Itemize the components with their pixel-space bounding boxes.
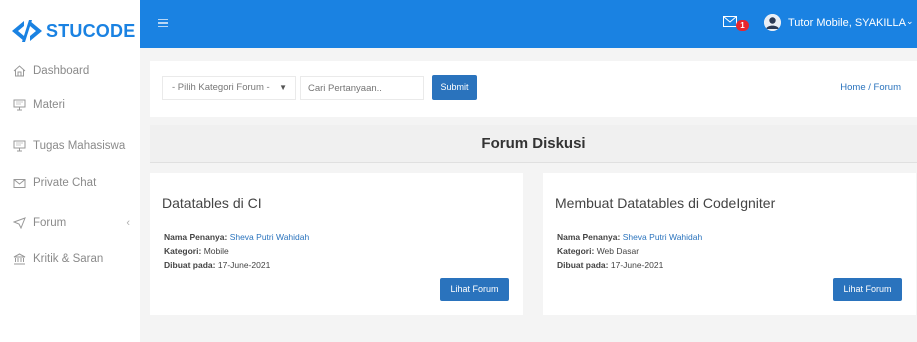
code-brackets-icon: [12, 20, 42, 42]
forum-card: Membuat Datatables di CodeIgniter Nama P…: [543, 173, 916, 315]
sidebar-item-label: Forum: [33, 217, 67, 229]
sidebar-item-label: Kritik & Saran: [33, 253, 104, 265]
sidebar-item-forum[interactable]: Forum ‹: [12, 216, 130, 230]
home-icon: [12, 64, 26, 78]
date-value: 17-June-2021: [610, 260, 664, 270]
user-name[interactable]: Tutor Mobile, SYAKILLA: [788, 17, 906, 29]
category-label: Kategori:: [557, 246, 595, 256]
breadcrumb[interactable]: Home / Forum: [840, 82, 901, 93]
mail-icon: [12, 176, 26, 190]
brand-name: STUCODE: [46, 20, 136, 41]
sidebar-item-materi[interactable]: Materi: [12, 98, 130, 112]
category-select[interactable]: - Pilih Kategori Forum - ▼: [162, 76, 296, 100]
forum-card-asker: Nama Penanya: Sheva Putri Wahidah: [164, 232, 309, 242]
sidebar-item-tugas-mahasiswa[interactable]: Tugas Mahasiswa: [12, 139, 130, 153]
submit-button[interactable]: Submit: [432, 75, 477, 100]
mail-icon[interactable]: [723, 16, 737, 27]
forum-card: Datatables di CI Nama Penanya: Sheva Put…: [150, 173, 523, 315]
forum-card-category: Kategori: Mobile: [164, 246, 229, 256]
date-value: 17-June-2021: [217, 260, 271, 270]
chevron-down-icon: ▼: [279, 83, 287, 92]
date-label: Dibuat pada:: [164, 260, 216, 270]
sidebar-item-label: Tugas Mahasiswa: [33, 140, 126, 152]
sidebar-item-private-chat[interactable]: Private Chat: [12, 176, 130, 190]
forum-heading-bar: Forum Diskusi: [150, 125, 917, 163]
category-value: Mobile: [203, 246, 229, 256]
forum-card-date: Dibuat pada: 17-June-2021: [557, 260, 663, 270]
bank-icon: [12, 252, 26, 266]
forum-card-title: Datatables di CI: [162, 195, 262, 211]
asker-link[interactable]: Sheva Putri Wahidah: [623, 232, 703, 242]
chevron-left-icon: ‹: [126, 217, 130, 229]
view-forum-button[interactable]: Lihat Forum: [440, 278, 509, 301]
category-value: Web Dasar: [596, 246, 640, 256]
asker-label: Nama Penanya:: [557, 232, 621, 242]
sidebar-item-label: Dashboard: [33, 65, 90, 77]
avatar[interactable]: [764, 14, 781, 31]
forum-card-asker: Nama Penanya: Sheva Putri Wahidah: [557, 232, 702, 242]
send-icon: [12, 216, 26, 230]
sidebar-item-label: Materi: [33, 99, 65, 111]
notification-badge: 1: [736, 20, 749, 31]
view-forum-button[interactable]: Lihat Forum: [833, 278, 902, 301]
asker-link[interactable]: Sheva Putri Wahidah: [230, 232, 310, 242]
forum-filter-panel: - Pilih Kategori Forum - ▼ Submit Home /…: [150, 61, 917, 117]
brand-logo[interactable]: STUCODE: [0, 0, 140, 62]
sidebar-item-kritik-saran[interactable]: Kritik & Saran: [12, 252, 130, 266]
top-navbar: 1 Tutor Mobile, SYAKILLA ⌄: [140, 0, 917, 48]
search-input[interactable]: [300, 76, 424, 100]
sidebar-item-dashboard[interactable]: Dashboard: [12, 64, 130, 78]
page-title: Forum Diskusi: [481, 135, 586, 152]
date-label: Dibuat pada:: [557, 260, 609, 270]
forum-card-category: Kategori: Web Dasar: [557, 246, 639, 256]
category-label: Kategori:: [164, 246, 202, 256]
category-select-value: - Pilih Kategori Forum -: [172, 82, 270, 93]
sidebar: STUCODE Dashboard Materi Tugas Mahasiswa…: [0, 0, 140, 342]
monitor-icon: [12, 139, 26, 153]
monitor-icon: [12, 98, 26, 112]
forum-card-date: Dibuat pada: 17-June-2021: [164, 260, 270, 270]
hamburger-icon[interactable]: [158, 19, 168, 27]
chevron-down-icon[interactable]: ⌄: [906, 16, 914, 27]
asker-label: Nama Penanya:: [164, 232, 228, 242]
forum-card-title: Membuat Datatables di CodeIgniter: [555, 195, 776, 211]
sidebar-item-label: Private Chat: [33, 177, 97, 189]
